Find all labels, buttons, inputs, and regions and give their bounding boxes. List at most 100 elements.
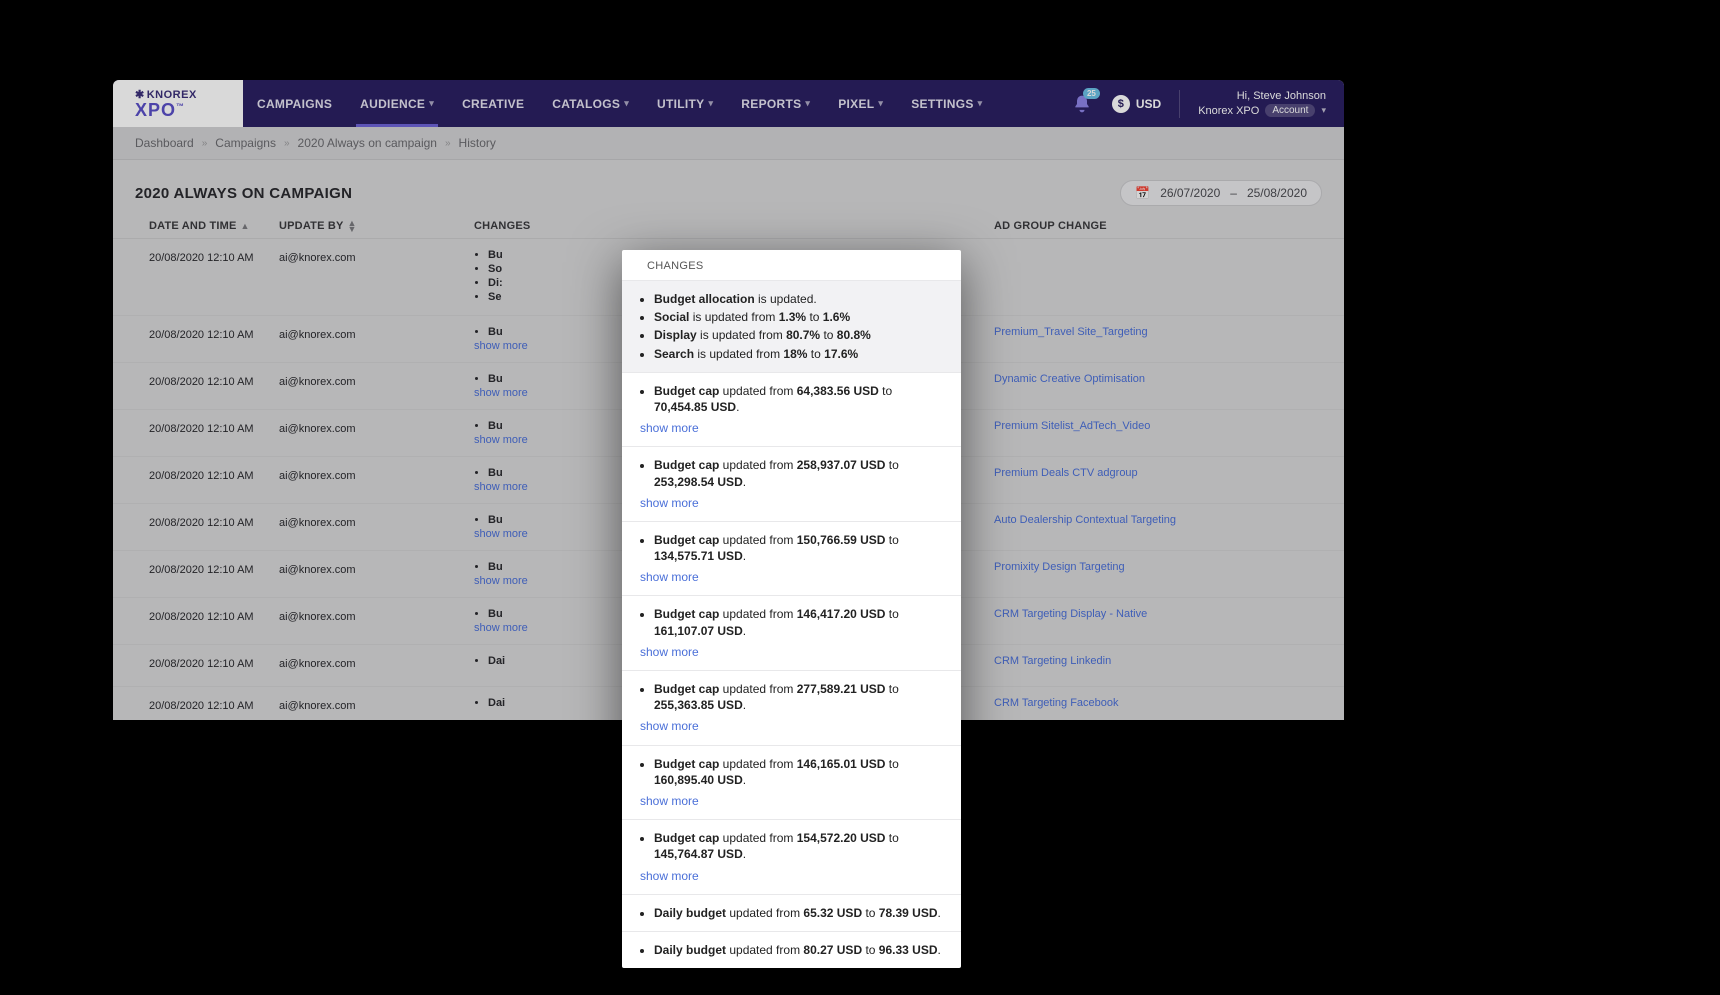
popup-change-line: Budget cap updated from 64,383.56 USD to… bbox=[654, 383, 947, 415]
nav-tab-campaigns[interactable]: CAMPAIGNS bbox=[243, 80, 346, 127]
nav-tab-reports[interactable]: REPORTS▾ bbox=[727, 80, 824, 127]
breadcrumb-item[interactable]: 2020 Always on campaign bbox=[298, 136, 437, 150]
show-more-link[interactable]: show more bbox=[474, 528, 528, 540]
cell-updateby: ai@knorex.com bbox=[279, 608, 474, 623]
chevron-down-icon: ▾ bbox=[878, 98, 883, 109]
user-greeting: Hi, Steve Johnson bbox=[1237, 90, 1326, 102]
popup-change-line: Budget cap updated from 277,589.21 USD t… bbox=[654, 681, 947, 713]
breadcrumb: Dashboard»Campaigns»2020 Always on campa… bbox=[113, 127, 1344, 160]
show-more-link[interactable]: show more bbox=[640, 420, 699, 436]
cell-adgroup: Auto Dealership Contextual Targeting bbox=[994, 514, 1322, 526]
adgroup-link[interactable]: Premium Sitelist_AdTech_Video bbox=[994, 420, 1150, 432]
cell-adgroup: Promixity Design Targeting bbox=[994, 561, 1322, 573]
adgroup-link[interactable]: CRM Targeting Facebook bbox=[994, 697, 1119, 709]
popup-group: Budget allocation is updated.Social is u… bbox=[622, 280, 961, 372]
nav-tab-settings[interactable]: SETTINGS▾ bbox=[897, 80, 996, 127]
popup-group: Daily budget updated from 65.32 USD to 7… bbox=[622, 894, 961, 931]
show-more-link[interactable]: show more bbox=[474, 481, 528, 493]
adgroup-link[interactable]: Auto Dealership Contextual Targeting bbox=[994, 514, 1176, 526]
show-more-link[interactable]: show more bbox=[640, 868, 699, 884]
cell-updateby: ai@knorex.com bbox=[279, 420, 474, 435]
cell-datetime: 20/08/2020 12:10 AM bbox=[149, 373, 279, 388]
popup-group: Budget cap updated from 146,165.01 USD t… bbox=[622, 745, 961, 820]
col-header-updateby[interactable]: UPDATE BY ▲▼ bbox=[279, 220, 474, 232]
nav-tab-utility[interactable]: UTILITY▾ bbox=[643, 80, 727, 127]
cell-datetime: 20/08/2020 12:10 AM bbox=[149, 326, 279, 341]
popup-change-line: Budget cap updated from 154,572.20 USD t… bbox=[654, 830, 947, 862]
top-nav: ✱KNOREX XPO™ CAMPAIGNSAUDIENCE▾CREATIVEC… bbox=[113, 80, 1344, 127]
currency-selector[interactable]: $ USD bbox=[1112, 95, 1161, 113]
currency-code: USD bbox=[1136, 97, 1161, 111]
adgroup-link[interactable]: Premium Deals CTV adgroup bbox=[994, 467, 1138, 479]
col-header-datetime[interactable]: DATE AND TIME ▲ bbox=[149, 220, 279, 232]
adgroup-link[interactable]: Promixity Design Targeting bbox=[994, 561, 1125, 573]
nav-right: 25 $ USD Hi, Steve Johnson Knorex XPO Ac… bbox=[1070, 80, 1344, 127]
show-more-link[interactable]: show more bbox=[474, 575, 528, 587]
cell-adgroup: CRM Targeting Display - Native bbox=[994, 608, 1322, 620]
popup-change-line: Budget cap updated from 146,417.20 USD t… bbox=[654, 606, 947, 638]
show-more-link[interactable]: show more bbox=[474, 340, 528, 352]
date-range-picker[interactable]: 📅 26/07/2020 – 25/08/2020 bbox=[1120, 180, 1322, 206]
adgroup-link[interactable]: CRM Targeting Display - Native bbox=[994, 608, 1147, 620]
cell-adgroup: Premium Deals CTV adgroup bbox=[994, 467, 1322, 479]
cell-updateby: ai@knorex.com bbox=[279, 467, 474, 482]
popup-group: Daily budget updated from 80.27 USD to 9… bbox=[622, 931, 961, 968]
popup-change-line: Search is updated from 18% to 17.6% bbox=[654, 346, 947, 362]
chevron-down-icon: ▾ bbox=[978, 98, 983, 109]
notifications-button[interactable]: 25 bbox=[1070, 92, 1094, 116]
show-more-link[interactable]: show more bbox=[474, 622, 528, 634]
cell-adgroup: CRM Targeting Linkedin bbox=[994, 655, 1322, 667]
cell-updateby: ai@knorex.com bbox=[279, 697, 474, 712]
nav-tab-audience[interactable]: AUDIENCE▾ bbox=[346, 80, 448, 127]
popup-change-line: Budget cap updated from 258,937.07 USD t… bbox=[654, 457, 947, 489]
dollar-icon: $ bbox=[1112, 95, 1130, 113]
chevron-down-icon: ▾ bbox=[1321, 105, 1326, 116]
show-more-link[interactable]: show more bbox=[474, 434, 528, 446]
popup-group: Budget cap updated from 64,383.56 USD to… bbox=[622, 372, 961, 447]
org-name: Knorex XPO bbox=[1198, 105, 1259, 117]
page-header: 2020 ALWAYS ON CAMPAIGN 📅 26/07/2020 – 2… bbox=[113, 160, 1344, 214]
brand-logo[interactable]: ✱KNOREX XPO™ bbox=[113, 80, 243, 127]
popup-group: Budget cap updated from 154,572.20 USD t… bbox=[622, 819, 961, 894]
cell-adgroup: CRM Targeting Facebook bbox=[994, 697, 1322, 709]
popup-group: Budget cap updated from 146,417.20 USD t… bbox=[622, 595, 961, 670]
show-more-link[interactable]: show more bbox=[640, 793, 699, 809]
page-title: 2020 ALWAYS ON CAMPAIGN bbox=[135, 185, 352, 202]
adgroup-link[interactable]: Dynamic Creative Optimisation bbox=[994, 373, 1145, 385]
account-pill: Account bbox=[1265, 104, 1315, 117]
popup-change-line: Daily budget updated from 65.32 USD to 7… bbox=[654, 905, 947, 921]
table-header: DATE AND TIME ▲ UPDATE BY ▲▼ CHANGES AD … bbox=[113, 214, 1344, 239]
cell-adgroup: Premium Sitelist_AdTech_Video bbox=[994, 420, 1322, 432]
user-menu[interactable]: Hi, Steve Johnson Knorex XPO Account ▾ bbox=[1198, 90, 1326, 117]
show-more-link[interactable]: show more bbox=[640, 569, 699, 585]
adgroup-link[interactable]: Premium_Travel Site_Targeting bbox=[994, 326, 1148, 338]
cell-datetime: 20/08/2020 12:10 AM bbox=[149, 514, 279, 529]
adgroup-link[interactable]: CRM Targeting Linkedin bbox=[994, 655, 1111, 667]
breadcrumb-item[interactable]: Dashboard bbox=[135, 136, 194, 150]
breadcrumb-item[interactable]: History bbox=[459, 136, 496, 150]
show-more-link[interactable]: show more bbox=[474, 387, 528, 399]
nav-tab-pixel[interactable]: PIXEL▾ bbox=[824, 80, 897, 127]
sort-icon: ▲▼ bbox=[348, 220, 357, 232]
popup-change-line: Budget cap updated from 150,766.59 USD t… bbox=[654, 532, 947, 564]
sort-icon: ▲ bbox=[241, 223, 250, 229]
popup-header: CHANGES bbox=[622, 250, 961, 280]
nav-divider bbox=[1179, 90, 1180, 118]
col-header-changes: CHANGES bbox=[474, 220, 994, 232]
cell-adgroup: Dynamic Creative Optimisation bbox=[994, 373, 1322, 385]
chevron-down-icon: ▾ bbox=[708, 98, 713, 109]
chevron-down-icon: ▾ bbox=[429, 98, 434, 109]
nav-tab-catalogs[interactable]: CATALOGS▾ bbox=[538, 80, 643, 127]
cell-updateby: ai@knorex.com bbox=[279, 561, 474, 576]
nav-tab-creative[interactable]: CREATIVE bbox=[448, 80, 538, 127]
calendar-icon: 📅 bbox=[1135, 186, 1150, 200]
popup-change-line: Display is updated from 80.7% to 80.8% bbox=[654, 327, 947, 343]
breadcrumb-item[interactable]: Campaigns bbox=[215, 136, 276, 150]
popup-change-line: Budget allocation is updated. bbox=[654, 291, 947, 307]
show-more-link[interactable]: show more bbox=[640, 495, 699, 511]
show-more-link[interactable]: show more bbox=[640, 644, 699, 660]
popup-group: Budget cap updated from 277,589.21 USD t… bbox=[622, 670, 961, 745]
popup-group: Budget cap updated from 150,766.59 USD t… bbox=[622, 521, 961, 596]
show-more-link[interactable]: show more bbox=[640, 718, 699, 734]
cell-updateby: ai@knorex.com bbox=[279, 249, 474, 264]
